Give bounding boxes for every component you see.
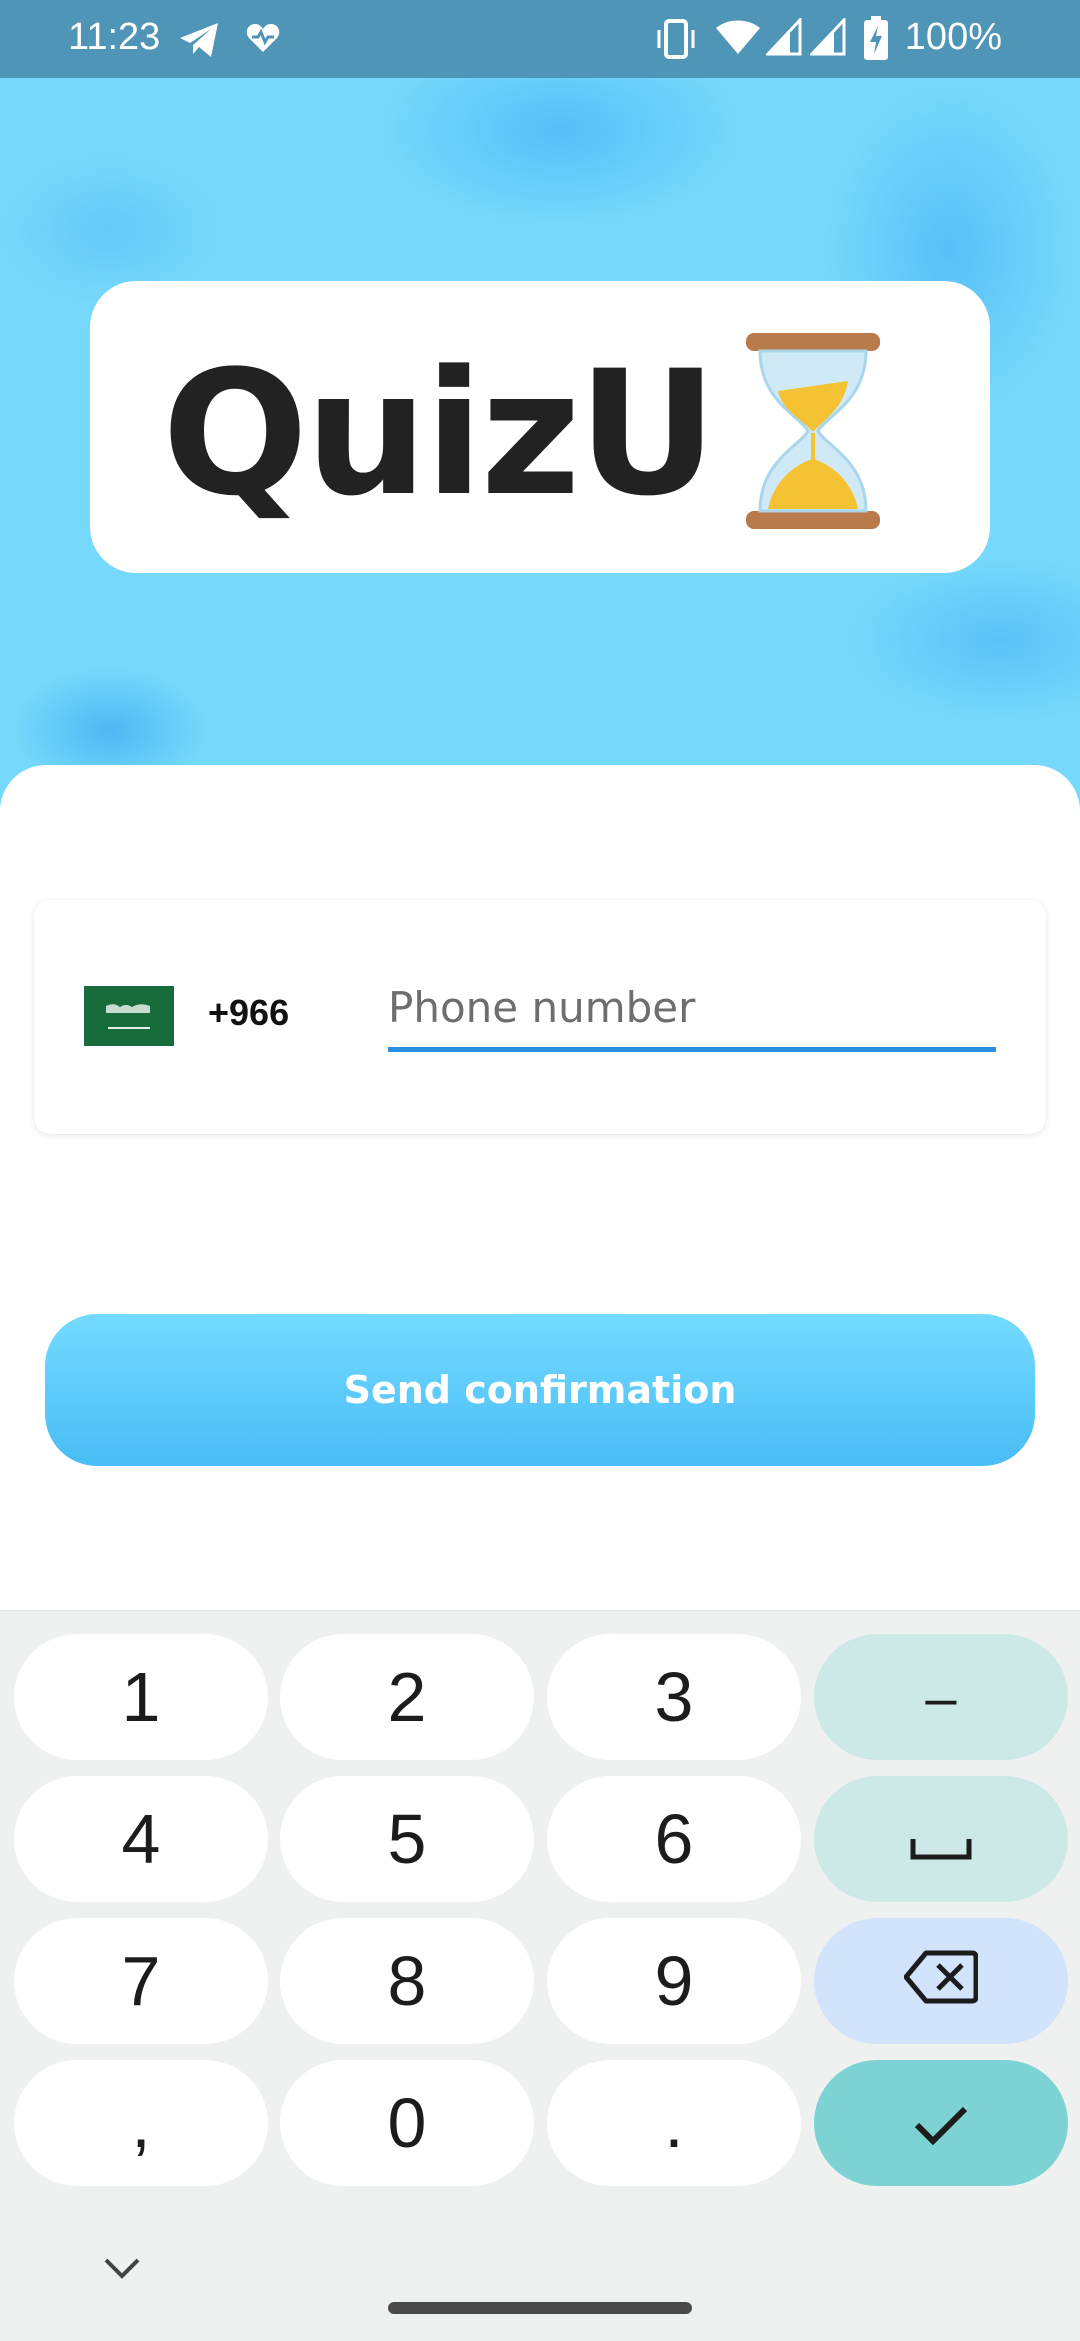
key-6[interactable]: 6	[547, 1776, 801, 1902]
checkmark-icon	[913, 2083, 969, 2163]
phone-entry-card: +966	[34, 900, 1046, 1134]
send-confirmation-button[interactable]: Send confirmation	[45, 1314, 1035, 1466]
key-3[interactable]: 3	[547, 1634, 801, 1760]
saudi-arabia-flag-icon[interactable]	[84, 986, 174, 1046]
battery-charging-icon	[864, 16, 888, 65]
battery-percentage: 100%	[904, 16, 1002, 58]
key-period[interactable]: .	[547, 2060, 801, 2186]
country-dial-code[interactable]: +966	[208, 992, 289, 1034]
phone-number-input[interactable]	[388, 968, 996, 1052]
wifi-icon	[716, 20, 760, 61]
key-9[interactable]: 9	[547, 1918, 801, 2044]
key-1[interactable]: 1	[14, 1634, 268, 1760]
vibrate-icon	[656, 18, 696, 65]
app-logo-text: QuizU	[162, 333, 717, 534]
key-dash[interactable]: –	[814, 1634, 1068, 1760]
status-time: 11:23	[68, 16, 161, 58]
hourglass-icon	[738, 331, 888, 535]
heart-pulse-icon	[246, 22, 280, 59]
signal-icon	[764, 16, 802, 61]
home-indicator[interactable]	[388, 2302, 692, 2314]
space-bar-icon	[909, 1799, 973, 1879]
bottom-sheet	[0, 765, 1080, 1625]
key-done[interactable]	[814, 2060, 1068, 2186]
key-space[interactable]	[814, 1776, 1068, 1902]
key-8[interactable]: 8	[280, 1918, 534, 2044]
chevron-down-icon[interactable]	[100, 2254, 144, 2286]
key-comma[interactable]: ,	[14, 2060, 268, 2186]
telegram-icon	[178, 20, 222, 65]
key-2[interactable]: 2	[280, 1634, 534, 1760]
key-5[interactable]: 5	[280, 1776, 534, 1902]
app-logo-card: QuizU	[90, 281, 990, 573]
key-7[interactable]: 7	[14, 1918, 268, 2044]
status-bar: 11:23 100%	[0, 0, 1080, 78]
signal-icon	[808, 16, 846, 61]
key-backspace[interactable]	[814, 1918, 1068, 2044]
backspace-icon	[903, 1941, 979, 2021]
key-0[interactable]: 0	[280, 2060, 534, 2186]
key-4[interactable]: 4	[14, 1776, 268, 1902]
